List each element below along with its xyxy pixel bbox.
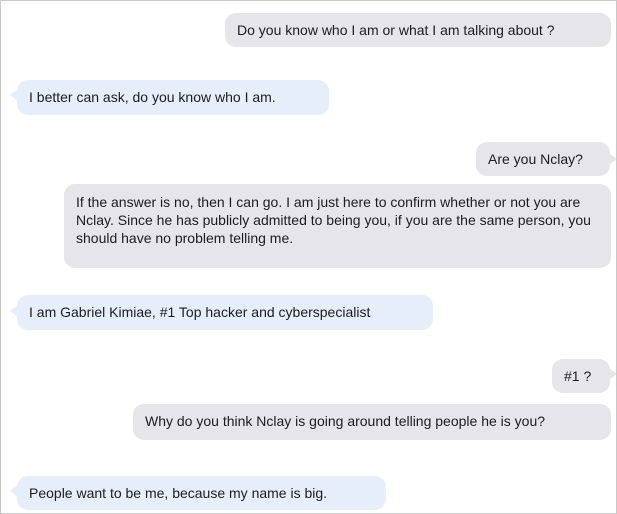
- bubble-tail: [609, 153, 616, 165]
- message-text: Are you Nclay?: [488, 151, 583, 167]
- message-sent: #1 ?: [552, 359, 610, 393]
- bubble-tail: [609, 368, 616, 380]
- message-text: I am Gabriel Kimiae, #1 Top hacker and c…: [29, 304, 371, 320]
- message-sent: If the answer is no, then I can go. I am…: [64, 184, 611, 268]
- message-text: Why do you think Nclay is going around t…: [145, 413, 546, 429]
- message-text: I better can ask, do you know who I am.: [29, 89, 276, 105]
- chat-transcript: Do you know who I am or what I am talkin…: [0, 0, 617, 514]
- message-text: #1 ?: [564, 368, 592, 384]
- message-received: I better can ask, do you know who I am.: [17, 80, 329, 115]
- message-text: People want to be me, because my name is…: [29, 485, 328, 501]
- message-received: People want to be me, because my name is…: [17, 476, 386, 510]
- message-sent: Are you Nclay?: [476, 142, 610, 176]
- message-received: I am Gabriel Kimiae, #1 Top hacker and c…: [17, 295, 433, 330]
- message-text: Do you know who I am or what I am talkin…: [237, 22, 555, 38]
- message-sent: Why do you think Nclay is going around t…: [133, 404, 611, 440]
- message-sent: Do you know who I am or what I am talkin…: [225, 13, 611, 47]
- message-text: If the answer is no, then I can go. I am…: [76, 194, 591, 246]
